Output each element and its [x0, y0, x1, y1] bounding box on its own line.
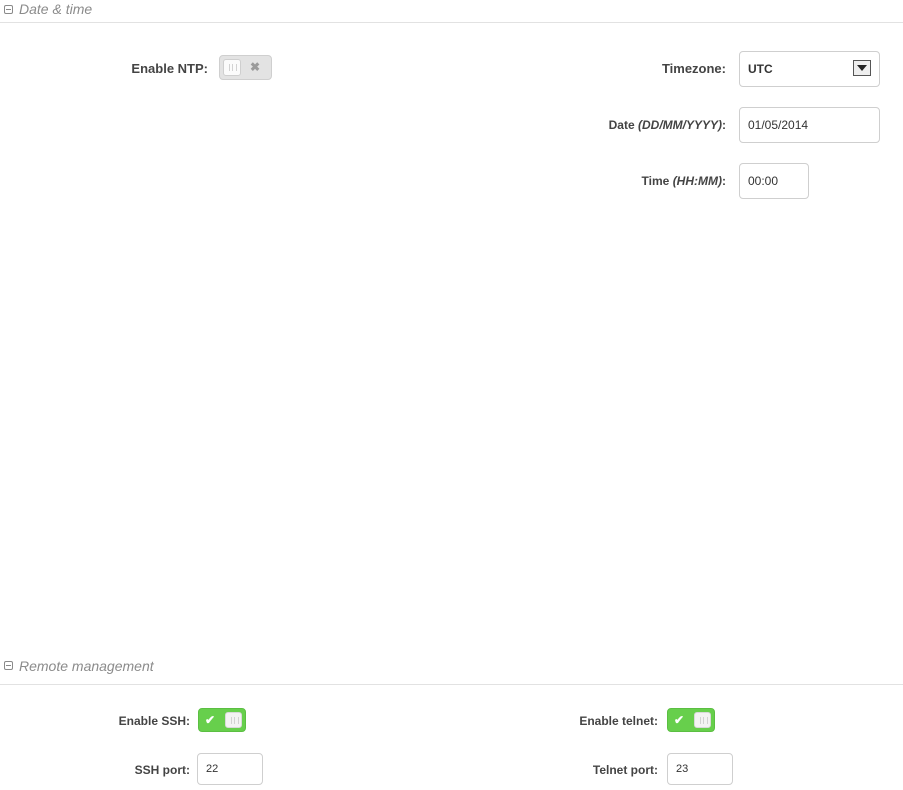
enable-ntp-toggle[interactable]: ✖: [219, 55, 272, 80]
date-time-section-header[interactable]: Date & time: [0, 0, 903, 23]
enable-ntp-label: Enable NTP:: [131, 61, 208, 76]
telnet-port-value: 23: [676, 763, 689, 775]
toggle-knob: [694, 712, 711, 728]
date-value: 01/05/2014: [748, 118, 809, 132]
section-title-remote-management: Remote management: [19, 658, 154, 674]
enable-ssh-toggle[interactable]: ✔: [198, 708, 246, 732]
ssh-port-label: SSH port:: [134, 763, 190, 777]
collapse-icon[interactable]: [4, 661, 13, 670]
timezone-label: Timezone:: [661, 61, 726, 76]
timezone-selected-value: UTC: [748, 62, 773, 76]
enable-ssh-label: Enable SSH:: [118, 714, 190, 728]
date-input[interactable]: 01/05/2014: [739, 107, 880, 143]
checkmark-icon: ✔: [205, 713, 216, 727]
time-label: Time (HH:MM):: [641, 174, 726, 188]
telnet-port-input[interactable]: 23: [667, 753, 733, 785]
toggle-knob: [223, 59, 241, 76]
chevron-down-icon[interactable]: [853, 60, 871, 76]
ssh-port-input[interactable]: 22: [197, 753, 263, 785]
checkmark-icon: ✔: [674, 713, 685, 727]
telnet-port-label: Telnet port:: [592, 763, 658, 777]
enable-telnet-label: Enable telnet:: [579, 714, 658, 728]
remote-management-section-header[interactable]: Remote management: [0, 656, 903, 685]
collapse-icon[interactable]: [4, 5, 13, 14]
enable-telnet-toggle[interactable]: ✔: [667, 708, 715, 732]
section-title-date-time: Date & time: [19, 1, 93, 17]
time-value: 00:00: [748, 174, 779, 188]
time-input[interactable]: 00:00: [739, 163, 809, 199]
date-label: Date (DD/MM/YYYY):: [608, 118, 726, 132]
timezone-select[interactable]: UTC: [739, 51, 880, 87]
toggle-knob: [225, 712, 242, 728]
close-icon: ✖: [250, 60, 261, 74]
ssh-port-value: 22: [206, 763, 219, 775]
